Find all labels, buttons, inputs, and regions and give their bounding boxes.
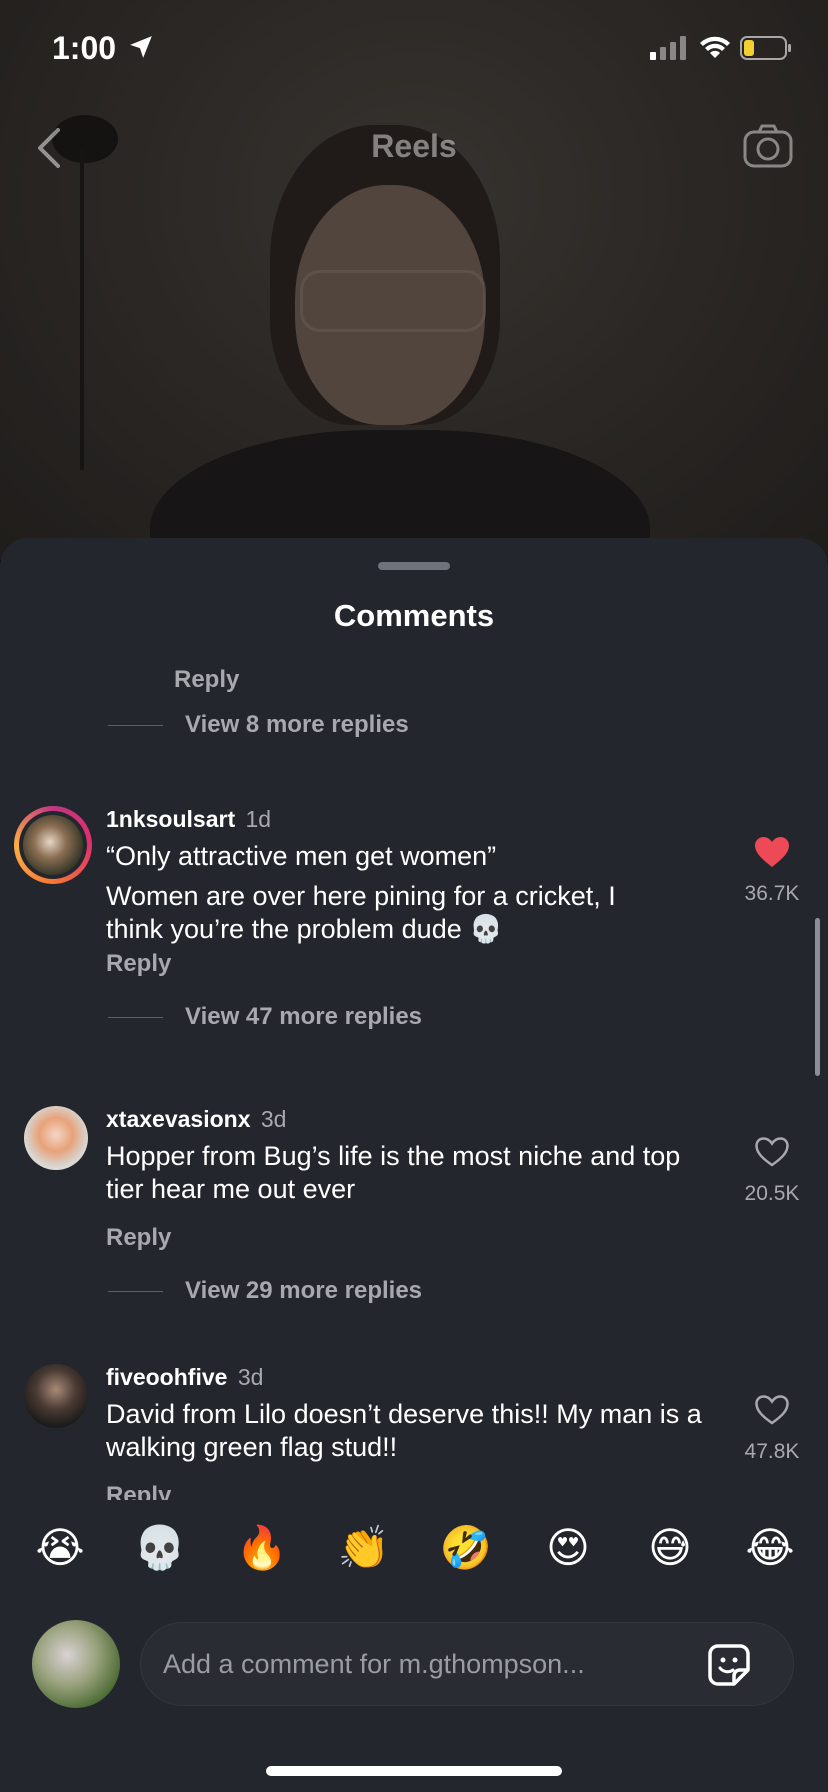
view-more-replies-label: View 47 more replies <box>185 1003 423 1030</box>
emoji-button[interactable]: 👏 <box>336 1520 392 1576</box>
emoji-button[interactable]: 🔥 <box>234 1520 290 1576</box>
comment-text: David from Lilo doesn’t deserve this!! M… <box>106 1399 702 1462</box>
reply-button[interactable]: Reply <box>106 1224 171 1252</box>
comment-age: 1d <box>245 806 272 832</box>
avatar[interactable] <box>24 1106 88 1170</box>
heart-outline-icon[interactable] <box>754 1394 790 1426</box>
like-count: 47.8K <box>744 1440 800 1463</box>
view-more-replies-button[interactable]: View 8 more replies <box>108 708 409 742</box>
view-more-replies-label: View 29 more replies <box>185 1277 423 1304</box>
comment-meta: xtaxevasionx 3d <box>106 1106 286 1133</box>
comment-composer <box>0 1600 828 1792</box>
view-more-replies-button[interactable]: View 29 more replies <box>108 1274 422 1308</box>
sticker-icon[interactable] <box>706 1642 752 1688</box>
page-title: Reels <box>371 128 457 164</box>
reply-button[interactable]: Reply <box>174 666 239 694</box>
scrollbar[interactable] <box>815 918 820 1076</box>
emoji-button[interactable]: 🤣 <box>438 1520 494 1576</box>
comment-meta: 1nksoulsart 1d <box>106 806 271 833</box>
comment-text-line-2: Women are over here pining for a cricket… <box>106 881 616 944</box>
location-arrow-icon <box>130 36 152 58</box>
avatar-image <box>23 815 83 875</box>
comment-meta: fiveoohfive 3d <box>106 1364 263 1391</box>
emoji-button[interactable]: 💀 <box>132 1520 188 1576</box>
thread-line <box>108 1016 163 1018</box>
status-bar: 1:00 <box>0 0 828 96</box>
reply-button[interactable]: Reply <box>106 950 171 978</box>
wifi-icon <box>700 36 730 58</box>
comment-username[interactable]: 1nksoulsart <box>106 806 235 832</box>
avatar[interactable] <box>14 806 92 884</box>
view-more-replies-button[interactable]: View 47 more replies <box>108 1000 422 1034</box>
comment-input[interactable] <box>140 1622 794 1706</box>
like-count: 36.7K <box>744 882 800 905</box>
emoji-button[interactable]: 😂 <box>742 1520 798 1576</box>
cellular-signal-icon <box>650 36 686 60</box>
comment-text-line-1: “Only attractive men get women” <box>106 841 497 871</box>
emoji-reaction-bar: 😭 💀 🔥 👏 🤣 😍 😅 😂 <box>0 1500 828 1610</box>
like-count: 20.5K <box>744 1182 800 1205</box>
my-avatar[interactable] <box>32 1620 120 1708</box>
comment-age: 3d <box>260 1106 287 1132</box>
camera-icon[interactable] <box>742 122 794 170</box>
view-more-replies-label: View 8 more replies <box>185 711 409 738</box>
heart-outline-icon[interactable] <box>754 1136 790 1168</box>
comment-username[interactable]: fiveoohfive <box>106 1364 227 1390</box>
status-time: 1:00 <box>52 30 117 66</box>
thread-line <box>108 724 163 726</box>
avatar[interactable] <box>24 1364 88 1428</box>
comment-username[interactable]: xtaxevasionx <box>106 1106 250 1132</box>
emoji-button[interactable]: 😍 <box>540 1520 596 1576</box>
thread-line <box>108 1290 163 1292</box>
heart-filled-icon[interactable] <box>754 836 790 868</box>
sheet-drag-handle[interactable] <box>378 562 450 570</box>
emoji-button[interactable]: 😅 <box>642 1520 698 1576</box>
battery-icon <box>740 36 791 60</box>
comments-title: Comments <box>333 598 495 633</box>
comment-age: 3d <box>237 1364 264 1390</box>
comment-text: Hopper from Bug’s life is the most niche… <box>106 1141 681 1204</box>
home-indicator <box>266 1766 562 1776</box>
emoji-button[interactable]: 😭 <box>32 1520 88 1576</box>
reels-header: Reels <box>0 118 828 178</box>
